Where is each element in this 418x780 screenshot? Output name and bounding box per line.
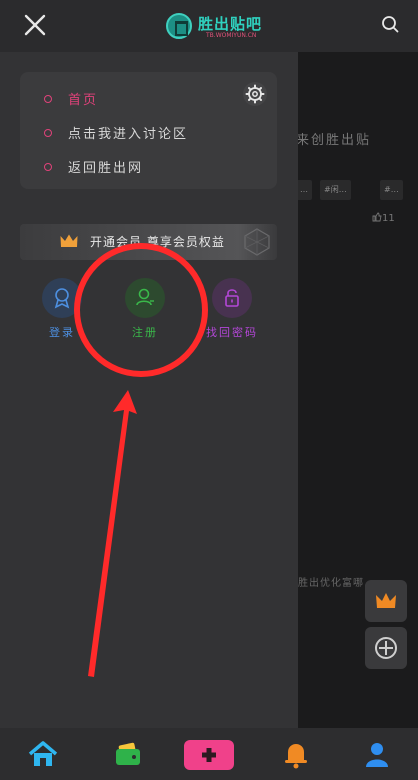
menu-item-label: 返回胜出网 — [68, 161, 144, 176]
close-icon[interactable] — [22, 12, 48, 38]
vip-banner-text: 开通会员 尊享会员权益 — [90, 235, 225, 249]
bottom-nav — [0, 728, 418, 780]
diamond-decoration-icon — [244, 228, 270, 256]
top-bar: 胜出贴吧 TB.WOMIYUN.CN — [0, 0, 418, 52]
menu-card: 首页 点击我进入讨论区 返回胜出网 — [20, 72, 277, 189]
login-label: 登录 — [49, 326, 75, 339]
background-heading: 来创胜出贴 — [296, 133, 372, 148]
side-drawer: 首页 点击我进入讨论区 返回胜出网 开通会员 尊享会员权益 登录 注册 找回密码 — [0, 52, 298, 728]
vip-banner[interactable]: 开通会员 尊享会员权益 — [20, 224, 277, 260]
wallet-icon — [116, 742, 140, 765]
logo-subtitle: TB.WOMIYUN.CN — [206, 32, 257, 39]
background-tag: #… — [380, 180, 403, 200]
background-text: 胜出优化富哪… — [298, 578, 375, 589]
bell-icon — [285, 744, 307, 769]
forgot-password-label: 找回密码 — [206, 326, 258, 339]
settings-button[interactable] — [243, 82, 267, 106]
site-logo[interactable]: 胜出贴吧 TB.WOMIYUN.CN — [164, 9, 263, 45]
user-icon — [366, 743, 388, 767]
crown-icon — [376, 593, 396, 608]
vip-float-button[interactable] — [365, 580, 407, 622]
forgot-password-button[interactable]: 找回密码 — [200, 278, 264, 348]
crown-icon — [60, 234, 78, 247]
background-tag: #闲… — [320, 180, 351, 200]
login-button[interactable]: 登录 — [30, 278, 94, 348]
thumb-up-icon — [372, 212, 382, 222]
bullet-icon — [44, 95, 52, 103]
bullet-icon — [44, 129, 52, 137]
search-icon[interactable] — [381, 15, 399, 33]
lock-icon — [225, 289, 239, 307]
nav-wallet[interactable] — [111, 738, 145, 770]
register-button[interactable]: 注册 — [113, 278, 177, 348]
like-count-value: 11 — [382, 213, 395, 224]
login-icon-circle — [42, 278, 82, 318]
add-float-button[interactable] — [365, 627, 407, 669]
nav-add-post-button[interactable] — [184, 740, 234, 770]
menu-item-label: 点击我进入讨论区 — [68, 127, 189, 142]
gear-icon — [245, 84, 265, 104]
bullet-icon — [44, 163, 52, 171]
menu-item-label: 首页 — [68, 93, 99, 108]
badge-icon — [54, 288, 70, 309]
logo-title: 胜出贴吧 — [198, 15, 263, 33]
register-label: 注册 — [132, 326, 158, 339]
logo-badge-icon — [166, 13, 192, 39]
forgot-password-icon-circle — [212, 278, 252, 318]
background-tag: … — [296, 180, 312, 200]
like-count: 11 — [372, 212, 395, 224]
register-icon-circle — [125, 278, 165, 318]
nav-home[interactable] — [26, 738, 60, 770]
add-post-icon — [202, 748, 216, 762]
nav-profile[interactable] — [360, 738, 394, 770]
user-icon — [136, 288, 154, 306]
home-icon — [28, 741, 58, 766]
nav-notifications[interactable] — [279, 738, 313, 770]
